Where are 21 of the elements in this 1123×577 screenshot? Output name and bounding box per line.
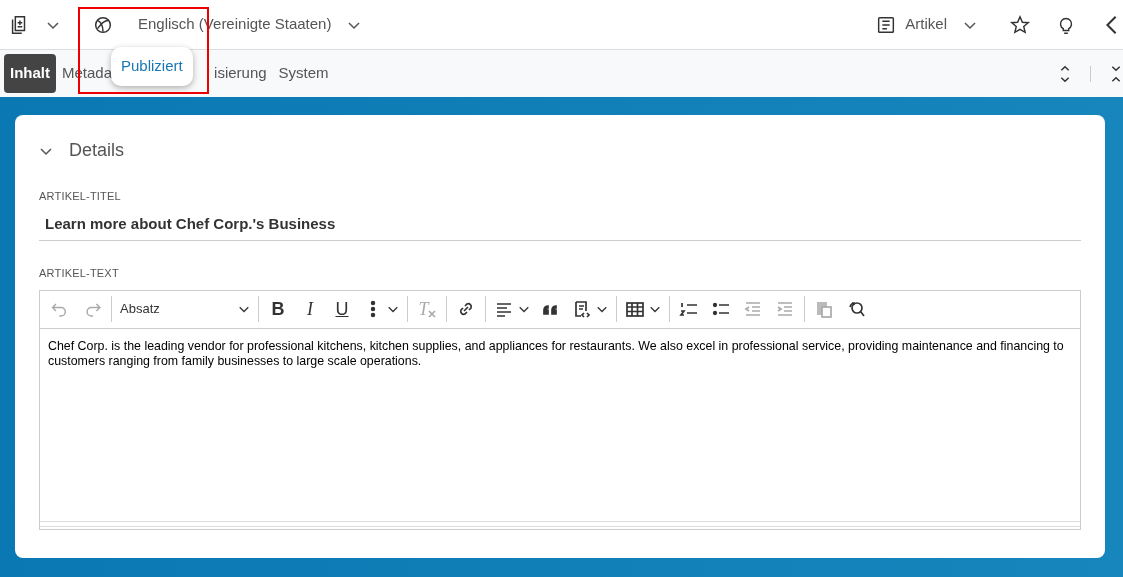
underline-button[interactable]: U: [326, 294, 358, 324]
tab[interactable]: isierung: [208, 54, 273, 93]
field-label: ARTIKEL-TEXT: [39, 266, 120, 281]
field-label: ARTIKEL-TITEL: [39, 189, 122, 204]
editor-content[interactable]: Chef Corp. is the leading vendor for professional kitchens, kitchen supplies, and appliances for restaurants. We also excel in professional service, providing maintenance and financing to customers ranging from family businesses to large scale operations.: [40, 328, 1080, 521]
outdent-icon: [743, 299, 763, 319]
status-tooltip: Publiziert: [111, 47, 193, 86]
document-type-dropdown[interactable]: Artikel: [905, 13, 947, 36]
template-icon: [572, 299, 592, 319]
find-replace-icon: [846, 299, 866, 319]
section-title: Details: [69, 139, 125, 162]
italic-button[interactable]: I: [294, 294, 326, 324]
paragraph-style-dropdown[interactable]: Absatz: [115, 294, 255, 324]
tab[interactable]: Inhalt: [4, 54, 56, 93]
tab[interactable]: System: [272, 54, 335, 93]
bold-button[interactable]: B: [262, 294, 294, 324]
title-field[interactable]: Learn more about Chef Corp.'s Business: [39, 208, 1081, 241]
indent-icon: [775, 299, 795, 319]
star-icon[interactable]: [1009, 13, 1031, 36]
table-icon: [625, 299, 645, 319]
paste-icon: [814, 299, 834, 319]
